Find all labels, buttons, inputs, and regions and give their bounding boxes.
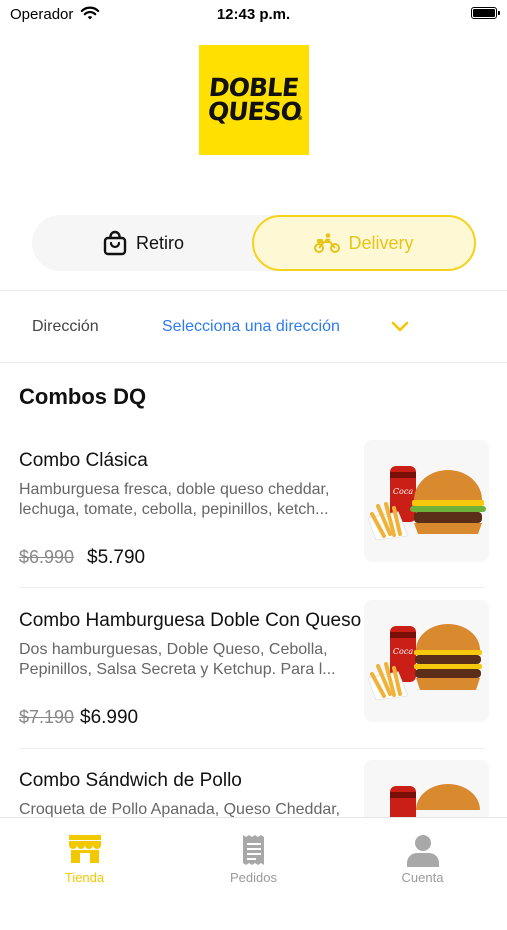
logo-text-line2: QUESO	[206, 97, 303, 126]
divider	[0, 290, 507, 291]
shopping-bag-icon	[103, 230, 127, 256]
tab-label: Pedidos	[230, 870, 277, 885]
product-price: $5.790	[87, 547, 146, 568]
product-image: Coca	[364, 600, 489, 722]
product-description-line: lechuga, tomate, cebolla, pepinillos, ke…	[19, 501, 329, 518]
product-description-line: Hamburguesa fresca, doble queso cheddar,	[19, 481, 330, 498]
retiro-option[interactable]: Retiro	[32, 215, 254, 271]
status-bar: Operador 12:43 p.m.	[0, 0, 507, 28]
retiro-label: Retiro	[135, 232, 184, 253]
product-item[interactable]: Combo Clásica Hamburguesa fresca, doble …	[0, 440, 507, 610]
product-image: Coca	[364, 440, 489, 562]
product-name: Combo Clásica	[19, 450, 148, 471]
list-separator	[19, 587, 485, 588]
brand-logo: DOBLE QUESO ®	[199, 45, 309, 155]
svg-text:Coca: Coca	[393, 487, 413, 496]
user-icon	[407, 835, 439, 867]
product-old-price: $6.990	[19, 547, 75, 567]
delivery-label: Delivery	[348, 232, 414, 253]
product-description-line: Pepinillos, Salsa Secreta y Ketchup. Par…	[19, 661, 336, 678]
product-name: Combo Sándwich de Pollo	[19, 770, 242, 791]
tab-cuenta[interactable]: Cuenta	[338, 818, 507, 901]
product-old-price: $7.190	[19, 707, 75, 727]
battery-icon	[471, 7, 500, 19]
status-time: 12:43 p.m.	[216, 6, 291, 23]
motorbike-icon	[314, 233, 341, 253]
tab-tienda[interactable]: Tienda	[0, 818, 169, 901]
product-description-line: Dos hamburguesas, Doble Queso, Cebolla,	[19, 641, 328, 658]
address-label: Dirección	[32, 318, 99, 335]
svg-text:Coca: Coca	[393, 647, 413, 656]
store-icon	[69, 835, 101, 863]
order-mode-toggle: Retiro Delivery	[32, 215, 476, 271]
tab-bar: Tienda Pedidos Cuenta	[0, 817, 507, 901]
product-price: $6.990	[80, 707, 139, 728]
product-description: Dos hamburguesas, Doble Queso, Cebolla, …	[19, 640, 359, 680]
chevron-down-icon[interactable]	[391, 321, 409, 333]
product-description: Hamburguesa fresca, doble queso cheddar,…	[19, 480, 359, 520]
delivery-option[interactable]: Delivery	[252, 215, 476, 271]
tab-label: Cuenta	[401, 870, 444, 885]
select-address-link[interactable]: Selecciona una dirección	[162, 318, 340, 336]
receipt-icon	[243, 835, 264, 865]
product-name: Combo Hamburguesa Doble Con Queso	[19, 610, 362, 631]
list-separator	[19, 748, 485, 749]
divider	[0, 362, 507, 363]
tab-label: Tienda	[64, 870, 105, 885]
section-title: Combos DQ	[19, 384, 147, 409]
product-item[interactable]: Combo Hamburguesa Doble Con Queso Dos ha…	[0, 600, 507, 770]
logo-registered-mark: ®	[297, 115, 303, 122]
tab-pedidos[interactable]: Pedidos	[169, 818, 338, 901]
